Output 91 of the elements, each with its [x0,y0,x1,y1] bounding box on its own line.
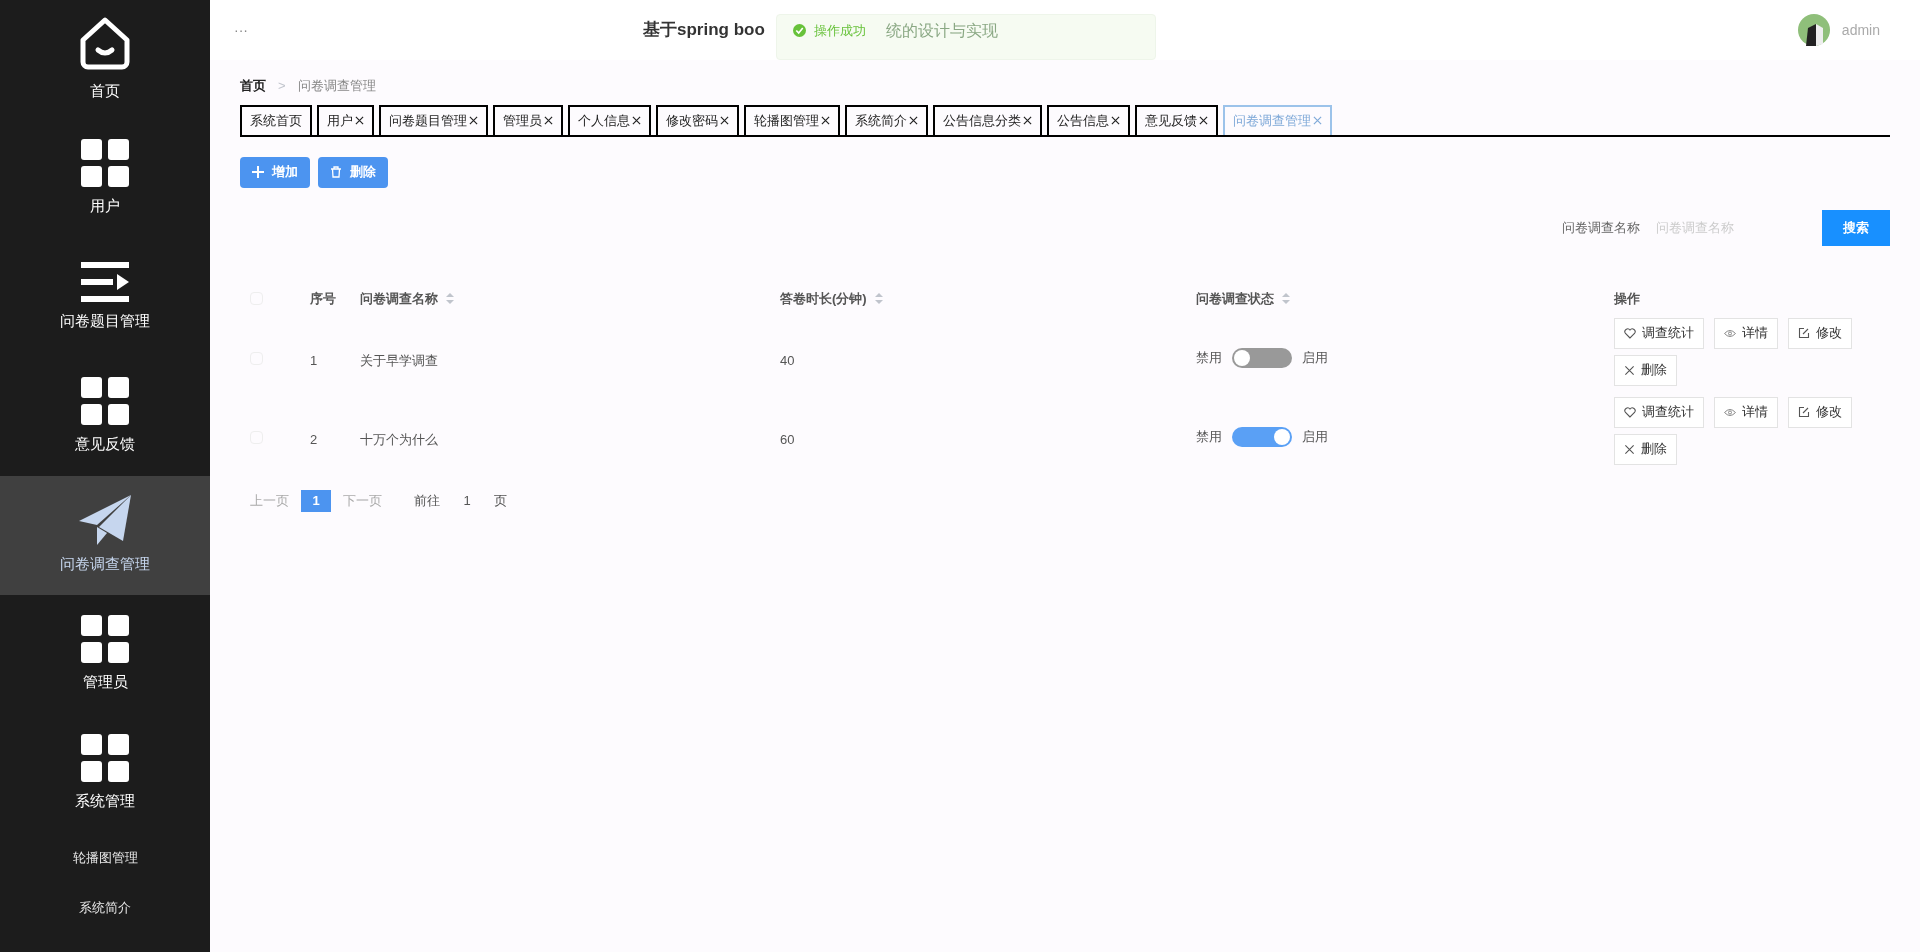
sidebar-label: 问卷题目管理 [60,311,150,332]
action-button[interactable]: 调查统计 [1614,317,1704,349]
sidebar-item[interactable]: 意见反馈 [0,357,210,476]
trash-icon [330,166,342,178]
page-title-tail: 统的设计与实现 [886,23,998,39]
tab[interactable]: 管理员 [493,104,563,135]
close-icon [1624,364,1635,376]
edit-icon [1798,406,1810,418]
close-icon[interactable] [355,116,364,125]
page-suffix: 页 [494,491,507,510]
sidebar-item[interactable]: 系统管理 [0,714,210,833]
sidebar-item[interactable]: 系统简介 [0,883,210,933]
heart-icon [1624,406,1636,418]
grid-icon [81,139,129,188]
close-icon[interactable] [821,116,830,125]
tab[interactable]: 问卷题目管理 [379,104,488,135]
close-icon [1624,443,1635,455]
tab[interactable]: 公告信息分类 [933,104,1042,135]
tab[interactable]: 系统简介 [845,104,928,135]
breadcrumb-item[interactable]: 首页 [240,76,266,96]
tab[interactable]: 个人信息 [568,104,651,135]
action-button[interactable]: 修改 [1788,396,1852,428]
close-icon[interactable] [1199,116,1208,125]
menu-icon[interactable]: ··· [234,19,248,41]
sidebar-item[interactable]: 问卷调查管理 [0,476,210,595]
sidebar-label: 问卷调查管理 [60,554,150,575]
page-title: 基于spring boo [643,19,765,42]
tab[interactable]: 修改密码 [656,104,739,135]
toggle-switch[interactable] [1232,426,1292,447]
eye-icon [1724,328,1736,338]
heart-icon [1624,327,1636,339]
sidebar-label: 用户 [90,196,120,217]
avatar-icon[interactable] [1797,14,1830,46]
sidebar-label: 管理员 [82,672,128,693]
paper-plane-icon [79,495,131,546]
list-icon [81,262,129,303]
tab[interactable]: 公告信息 [1047,104,1130,135]
action-button[interactable]: 详情 [1714,317,1778,349]
column-header: 操作 [1614,289,1640,308]
action-button[interactable]: 删除 [1614,433,1677,465]
goto-label: 前往 [414,491,440,510]
grid-icon [81,615,129,664]
tab[interactable]: 轮播图管理 [744,104,840,135]
sidebar-item[interactable]: 首页 [0,0,210,119]
toggle-switch[interactable] [1232,347,1292,368]
edit-icon [1798,327,1810,339]
tab[interactable]: 系统首页 [240,104,312,135]
action-button[interactable]: 调查统计 [1614,396,1704,428]
tab[interactable]: 意见反馈 [1135,104,1218,135]
sidebar-item[interactable]: 用户 [0,119,210,238]
tab[interactable]: 用户 [317,104,374,135]
success-icon [793,24,806,37]
switch-label: 禁用 [1196,427,1222,446]
column-header: 序号 [310,289,336,308]
column-header[interactable]: 问卷调查状态 [1196,288,1290,309]
column-header[interactable]: 答卷时长(分钟) [780,288,883,309]
toast-message: 操作成功 [814,24,866,37]
switch-label: 启用 [1302,427,1328,446]
table-cell-text: 关于早学调查 [360,351,439,370]
close-icon[interactable] [720,116,729,125]
page-input[interactable]: 1 [452,490,482,511]
close-icon[interactable] [909,116,918,125]
column-header[interactable]: 问卷调查名称 [360,288,454,309]
breadcrumb-separator: > [278,77,286,95]
action-button[interactable]: 删除 [1614,354,1677,386]
search-label: 问卷调查名称 [1562,218,1640,237]
plus-icon [252,166,264,178]
action-button[interactable]: 修改 [1788,317,1852,349]
breadcrumb-item: 问卷调查管理 [297,77,376,95]
table-cell-text: 2 [310,430,319,449]
switch-label: 启用 [1302,348,1328,367]
sidebar-item[interactable]: 管理员 [0,595,210,714]
table-cell-text: 60 [780,430,796,449]
close-icon[interactable] [544,116,553,125]
close-icon[interactable] [632,116,641,125]
sidebar-label: 意见反馈 [75,434,135,455]
grid-icon [81,734,129,783]
close-icon[interactable] [1023,116,1032,125]
sidebar-label: 系统管理 [75,791,135,812]
sidebar-item[interactable]: 问卷题目管理 [0,238,210,357]
grid-icon [81,377,129,426]
sidebar-item[interactable]: 轮播图管理 [0,833,210,883]
eye-icon [1724,407,1736,417]
table-cell-text: 十万个为什么 [360,430,439,449]
switch-label: 禁用 [1196,348,1222,367]
table-cell-text: 1 [310,351,319,370]
close-icon[interactable] [1111,116,1120,125]
sidebar-label: 首页 [90,81,120,102]
table-cell-text: 40 [780,351,796,370]
action-button[interactable]: 详情 [1714,396,1778,428]
close-icon[interactable] [469,116,478,125]
